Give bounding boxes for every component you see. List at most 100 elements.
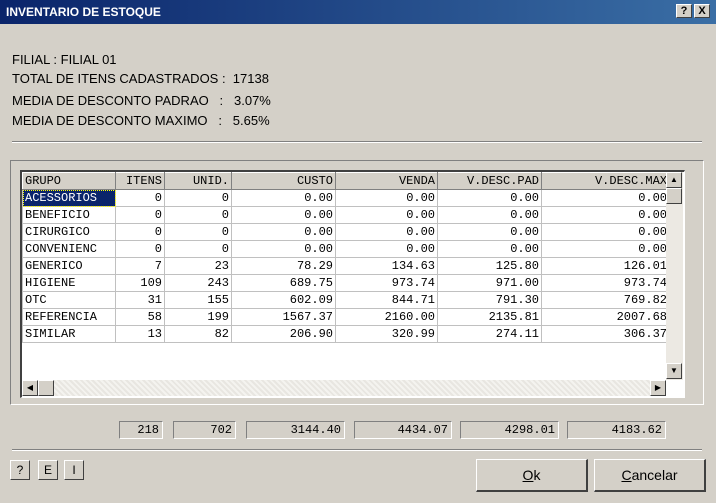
cell-v-desc-pad[interactable]: 0.00	[437, 223, 542, 241]
cell-v-desc-max[interactable]: 126.01	[541, 257, 670, 275]
cell-custo[interactable]: 602.09	[231, 291, 336, 309]
cell-v-desc-pad[interactable]: 274.11	[437, 325, 542, 343]
total-custo: 3144.40	[246, 421, 345, 439]
cell-custo[interactable]: 206.90	[231, 325, 336, 343]
cell-venda[interactable]: 973.74	[335, 274, 438, 292]
cell-grupo[interactable]: CIRURGICO	[22, 223, 116, 241]
cell-itens[interactable]: 0	[115, 223, 165, 241]
cell-venda[interactable]: 0.00	[335, 240, 438, 258]
table-row[interactable]: SIMILAR 13 82 206.90 320.99 274.11 306.3…	[22, 325, 670, 343]
cell-v-desc-max[interactable]: 0.00	[541, 223, 670, 241]
cell-venda[interactable]: 0.00	[335, 189, 438, 207]
scroll-down-icon[interactable]: ▼	[666, 363, 682, 379]
cell-venda[interactable]: 844.71	[335, 291, 438, 309]
col-header-venda[interactable]: VENDA	[335, 172, 438, 190]
inventory-grid[interactable]: GRUPO ITENS UNID. CUSTO VENDA V.DESC.PAD…	[20, 170, 685, 398]
cell-custo[interactable]: 0.00	[231, 189, 336, 207]
cell-unid[interactable]: 0	[164, 240, 232, 258]
cell-grupo[interactable]: OTC	[22, 291, 116, 309]
cell-grupo[interactable]: REFERENCIA	[22, 308, 116, 326]
cell-v-desc-max[interactable]: 0.00	[541, 240, 670, 258]
cell-grupo[interactable]: HIGIENE	[22, 274, 116, 292]
cell-custo[interactable]: 0.00	[231, 240, 336, 258]
col-header-v-desc-pad[interactable]: V.DESC.PAD	[437, 172, 542, 190]
close-icon[interactable]: X	[694, 4, 710, 18]
cell-venda[interactable]: 320.99	[335, 325, 438, 343]
total-v-desc-max: 4183.62	[567, 421, 666, 439]
vertical-scroll-thumb[interactable]	[666, 188, 682, 204]
horizontal-scroll-thumb[interactable]	[38, 380, 54, 396]
cell-grupo[interactable]: CONVENIENC	[22, 240, 116, 258]
cell-venda[interactable]: 134.63	[335, 257, 438, 275]
horizontal-scrollbar[interactable]: ◀ ▶	[22, 380, 666, 396]
cell-v-desc-pad[interactable]: 2135.81	[437, 308, 542, 326]
cell-itens[interactable]: 31	[115, 291, 165, 309]
table-row[interactable]: CONVENIENC 0 0 0.00 0.00 0.00 0.00	[22, 240, 670, 258]
cell-itens[interactable]: 0	[115, 206, 165, 224]
cell-custo[interactable]: 0.00	[231, 206, 336, 224]
cell-unid[interactable]: 82	[164, 325, 232, 343]
cell-grupo[interactable]: GENERICO	[22, 257, 116, 275]
cell-grupo[interactable]: ACESSORIOS	[22, 189, 116, 207]
cell-custo[interactable]: 78.29	[231, 257, 336, 275]
cell-unid[interactable]: 0	[164, 189, 232, 207]
cell-v-desc-pad[interactable]: 0.00	[437, 189, 542, 207]
col-header-custo[interactable]: CUSTO	[231, 172, 336, 190]
e-button[interactable]: E	[38, 460, 58, 480]
cell-itens[interactable]: 58	[115, 308, 165, 326]
i-button[interactable]: I	[64, 460, 84, 480]
cell-unid[interactable]: 155	[164, 291, 232, 309]
vertical-scrollbar[interactable]: ▲ ▼	[666, 172, 683, 380]
col-header-v-desc-max[interactable]: V.DESC.MAX	[541, 172, 670, 190]
cell-itens[interactable]: 109	[115, 274, 165, 292]
cell-unid[interactable]: 243	[164, 274, 232, 292]
col-header-unid[interactable]: UNID.	[164, 172, 232, 190]
cell-v-desc-pad[interactable]: 791.30	[437, 291, 542, 309]
cell-grupo[interactable]: BENEFICIO	[22, 206, 116, 224]
cell-v-desc-pad[interactable]: 125.80	[437, 257, 542, 275]
table-row[interactable]: REFERENCIA 58 199 1567.37 2160.00 2135.8…	[22, 308, 670, 326]
help-button[interactable]: ?	[10, 460, 30, 480]
cell-v-desc-max[interactable]: 2007.68	[541, 308, 670, 326]
table-row[interactable]: OTC 31 155 602.09 844.71 791.30 769.82	[22, 291, 670, 309]
cell-itens[interactable]: 7	[115, 257, 165, 275]
col-header-itens[interactable]: ITENS	[115, 172, 165, 190]
filial-label: FILIAL : FILIAL 01	[12, 52, 117, 67]
cell-unid[interactable]: 23	[164, 257, 232, 275]
inventory-table[interactable]: GRUPO ITENS UNID. CUSTO VENDA V.DESC.PAD…	[22, 172, 670, 343]
scroll-up-icon[interactable]: ▲	[666, 172, 682, 188]
table-row[interactable]: BENEFICIO 0 0 0.00 0.00 0.00 0.00	[22, 206, 670, 224]
table-row[interactable]: ACESSORIOS 0 0 0.00 0.00 0.00 0.00	[22, 189, 670, 207]
table-row[interactable]: GENERICO 7 23 78.29 134.63 125.80 126.01	[22, 257, 670, 275]
cell-unid[interactable]: 199	[164, 308, 232, 326]
cell-v-desc-pad[interactable]: 971.00	[437, 274, 542, 292]
cell-unid[interactable]: 0	[164, 223, 232, 241]
cell-v-desc-pad[interactable]: 0.00	[437, 240, 542, 258]
cell-venda[interactable]: 0.00	[335, 206, 438, 224]
cell-v-desc-max[interactable]: 0.00	[541, 206, 670, 224]
scroll-left-icon[interactable]: ◀	[22, 380, 38, 396]
cell-unid[interactable]: 0	[164, 206, 232, 224]
cell-itens[interactable]: 13	[115, 325, 165, 343]
col-header-grupo[interactable]: GRUPO	[22, 172, 116, 190]
cell-venda[interactable]: 2160.00	[335, 308, 438, 326]
cell-custo[interactable]: 0.00	[231, 223, 336, 241]
help-title-button[interactable]: ?	[676, 4, 692, 18]
cell-itens[interactable]: 0	[115, 240, 165, 258]
cell-custo[interactable]: 689.75	[231, 274, 336, 292]
cell-grupo[interactable]: SIMILAR	[22, 325, 116, 343]
scroll-right-icon[interactable]: ▶	[650, 380, 666, 396]
separator-bottom	[12, 449, 702, 451]
cell-itens[interactable]: 0	[115, 189, 165, 207]
cancel-button[interactable]: Cancelar	[594, 459, 706, 492]
cell-v-desc-max[interactable]: 769.82	[541, 291, 670, 309]
cell-v-desc-pad[interactable]: 0.00	[437, 206, 542, 224]
ok-button[interactable]: Ok	[476, 459, 588, 492]
table-row[interactable]: HIGIENE 109 243 689.75 973.74 971.00 973…	[22, 274, 670, 292]
cell-v-desc-max[interactable]: 973.74	[541, 274, 670, 292]
cell-v-desc-max[interactable]: 306.37	[541, 325, 670, 343]
cell-venda[interactable]: 0.00	[335, 223, 438, 241]
cell-v-desc-max[interactable]: 0.00	[541, 189, 670, 207]
table-row[interactable]: CIRURGICO 0 0 0.00 0.00 0.00 0.00	[22, 223, 670, 241]
cell-custo[interactable]: 1567.37	[231, 308, 336, 326]
